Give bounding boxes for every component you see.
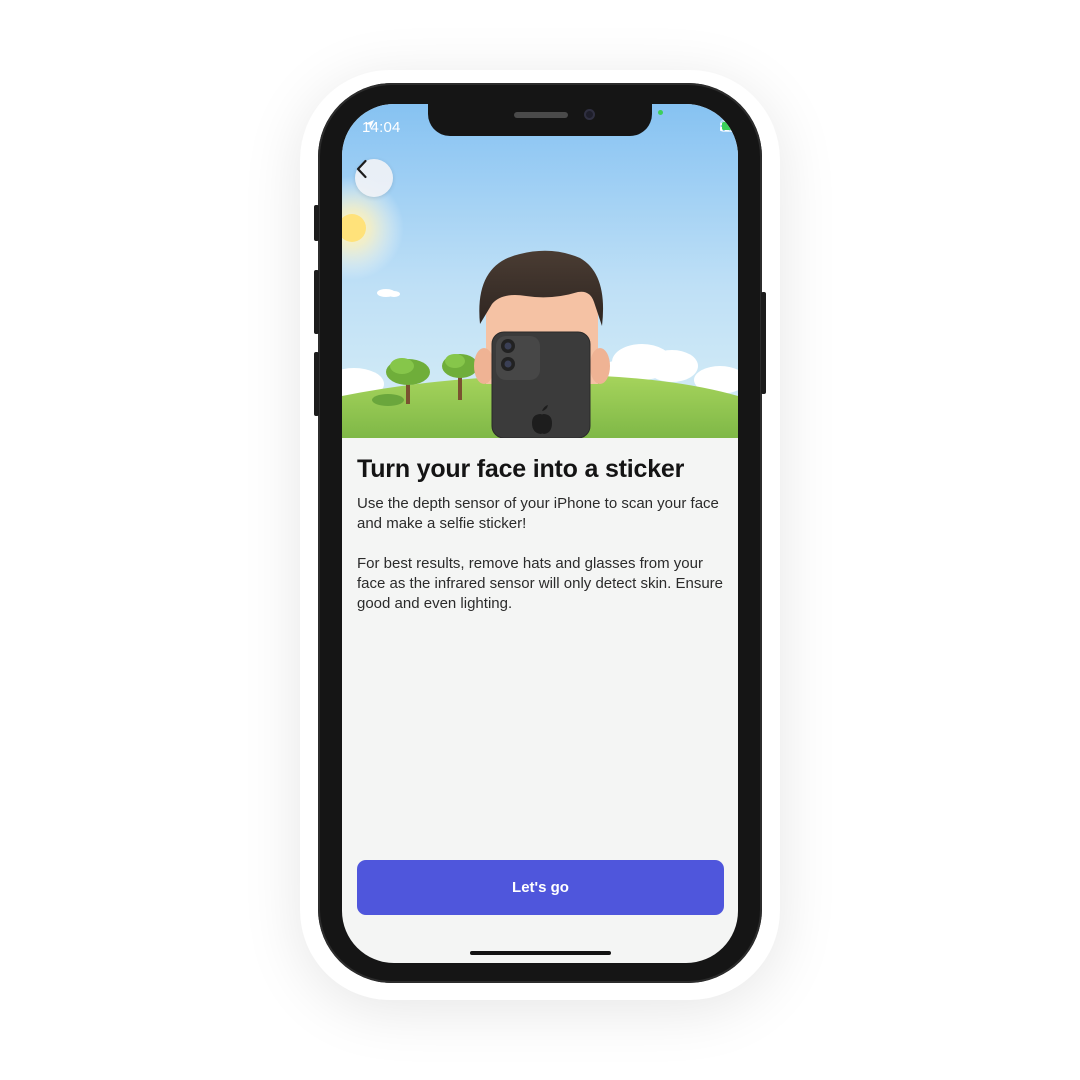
app-screen: 14:04 Turn your face into a sticker Use … (342, 104, 738, 963)
volume-down-button (314, 352, 319, 416)
person-holding-phone-illustration (474, 250, 610, 438)
back-button[interactable] (355, 159, 393, 197)
notch (428, 104, 652, 136)
chevron-left-icon (356, 159, 367, 179)
volume-up-button (314, 270, 319, 334)
status-bar-time: 14:04 (362, 119, 401, 136)
power-button (761, 292, 766, 394)
hero-scene (342, 104, 738, 438)
location-arrow-icon (365, 120, 374, 129)
lets-go-button[interactable]: Let's go (357, 860, 724, 915)
front-camera (584, 109, 595, 120)
mute-switch (314, 205, 319, 241)
intro-content: Turn your face into a sticker Use the de… (357, 452, 727, 614)
camera-in-use-indicator (658, 110, 663, 115)
page-title: Turn your face into a sticker (357, 455, 685, 483)
hero-illustration: 14:04 (342, 104, 738, 438)
intro-paragraph: Use the depth sensor of your iPhone to s… (357, 495, 719, 532)
tips-paragraph: For best results, remove hats and glasse… (357, 555, 724, 612)
home-indicator[interactable] (470, 951, 611, 955)
earpiece-speaker (514, 112, 568, 118)
battery-charging-icon (720, 120, 738, 132)
